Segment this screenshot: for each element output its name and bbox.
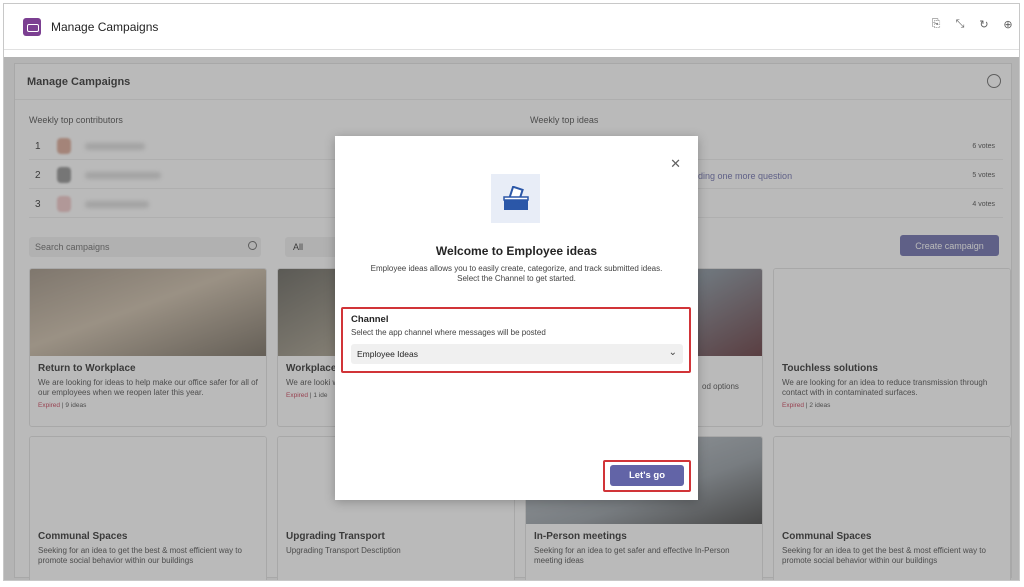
channel-selected-value: Employee Ideas	[357, 349, 418, 359]
globe-icon[interactable]: ⊕	[1001, 18, 1015, 31]
app-title: Manage Campaigns	[51, 19, 159, 34]
ballot-box-icon	[491, 174, 540, 223]
dialog-description: Employee ideas allows you to easily crea…	[370, 264, 663, 283]
lets-go-highlight: Let's go	[603, 460, 691, 492]
title-bar: Manage Campaigns ⎘ ⤡ ↻ ⊕	[4, 4, 1019, 50]
lets-go-button[interactable]: Let's go	[610, 465, 684, 486]
welcome-dialog: ✕ Welcome to Employee ideas Employee ide…	[335, 136, 698, 500]
dialog-title: Welcome to Employee ideas	[435, 244, 598, 258]
title-actions: ⎘ ⤡ ↻ ⊕	[929, 18, 1015, 31]
channel-section: Channel Select the app channel where mes…	[341, 307, 691, 373]
minimize-icon[interactable]: ⤡	[953, 18, 967, 31]
close-icon[interactable]: ✕	[670, 156, 681, 172]
channel-dropdown[interactable]: Employee Ideas ⌄	[351, 344, 683, 364]
channel-help-text: Select the app channel where messages wi…	[351, 328, 546, 337]
channel-label: Channel	[351, 314, 389, 325]
app-logo-icon	[23, 17, 41, 36]
chevron-down-icon: ⌄	[668, 347, 677, 358]
chat-icon[interactable]: ⎘	[929, 18, 943, 31]
app-window: Manage Campaigns ⎘ ⤡ ↻ ⊕ Manage Campaign…	[3, 3, 1020, 581]
refresh-icon[interactable]: ↻	[977, 18, 991, 31]
